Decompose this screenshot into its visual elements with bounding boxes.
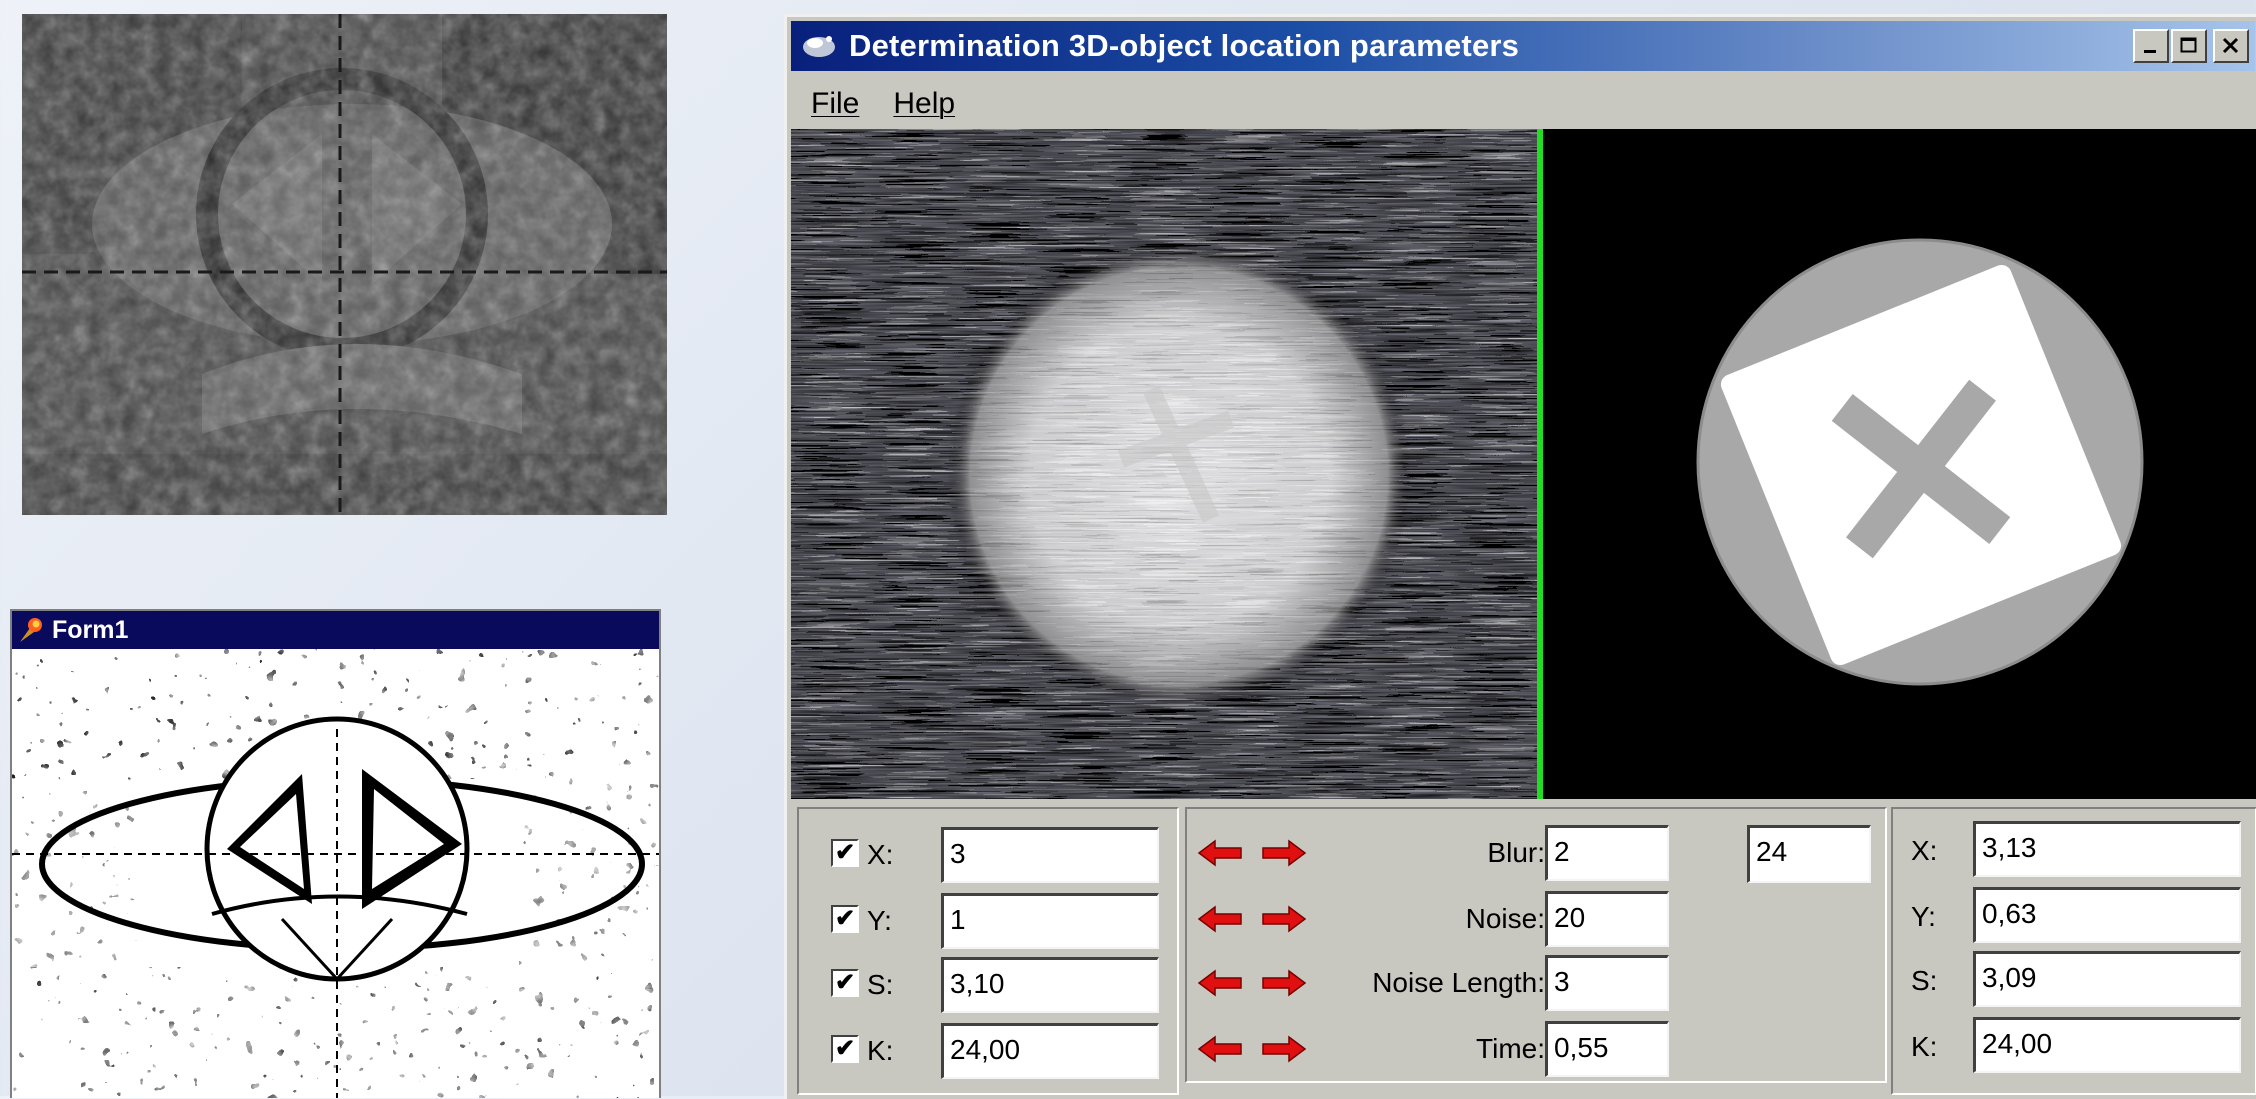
checkbox-x[interactable]: ✔ [831, 839, 859, 867]
binary-edge-image [12, 649, 659, 1098]
noisy-image [791, 129, 1543, 799]
decrease-noise-button[interactable] [1197, 905, 1243, 933]
increase-blur-button[interactable] [1261, 839, 1307, 867]
label-noise-length: Noise Length: [1372, 967, 1545, 998]
window-title: Determination 3D-object location paramet… [849, 28, 1520, 63]
red-left-arrow-icon [1197, 969, 1242, 997]
minimize-button[interactable] [2133, 29, 2169, 63]
checkbox-s[interactable]: ✔ [831, 969, 859, 997]
decrease-blur-button[interactable] [1197, 839, 1243, 867]
input-s[interactable]: 3,10 [941, 957, 1159, 1013]
control-panel: 24 ✔ X: 3 ✔ Y: 1 ✔ S: 3,10 ✔ K: 24,00 Blur: 2 Noise: 20… [791, 801, 2256, 1099]
input-noise-length[interactable]: 3 [1545, 955, 1669, 1011]
checkbox-k[interactable]: ✔ [831, 1035, 859, 1063]
label-time: Time: [1476, 1033, 1545, 1064]
red-left-arrow-icon [1197, 839, 1242, 867]
form1-title: Form1 [52, 615, 129, 644]
result-s[interactable]: 3,09 [1973, 951, 2241, 1007]
main-window: Determination 3D-object location paramet… [784, 14, 2256, 1099]
result-y[interactable]: 0,63 [1973, 887, 2241, 943]
label-s: S: [867, 969, 894, 1000]
satellite-icon [803, 36, 835, 57]
result-x[interactable]: 3,13 [1973, 821, 2241, 877]
form1-title-bar[interactable]: Form1 [12, 611, 659, 649]
label-blur: Blur: [1487, 837, 1545, 868]
noisy-input-view[interactable] [791, 129, 1543, 799]
menu-help[interactable]: Help [893, 87, 955, 121]
minimize-icon [2144, 50, 2156, 53]
label-k: K: [867, 1035, 894, 1066]
maximize-button[interactable] [2171, 29, 2207, 63]
result-label-k: K: [1911, 1031, 1938, 1062]
reference-photo [22, 14, 667, 515]
input-x[interactable]: 3 [941, 827, 1159, 883]
label-y: Y: [867, 905, 892, 936]
reconstructed-object [1543, 129, 2256, 799]
input-blur[interactable]: 2 [1545, 825, 1669, 881]
reconstructed-view[interactable] [1543, 129, 2256, 799]
result-label-x: X: [1911, 835, 1938, 866]
red-right-arrow-icon [1262, 969, 1307, 997]
input-time[interactable]: 0,55 [1545, 1021, 1669, 1077]
input-k[interactable]: 24,00 [941, 1023, 1159, 1079]
close-button[interactable] [2213, 29, 2249, 63]
maximize-icon [2180, 37, 2197, 53]
input-noise[interactable]: 20 [1545, 891, 1669, 947]
increase-noise-length-button[interactable] [1261, 969, 1307, 997]
red-left-arrow-icon [1197, 1035, 1242, 1063]
main-title-bar[interactable]: Determination 3D-object location paramet… [791, 21, 2255, 71]
result-label-y: Y: [1911, 901, 1936, 932]
increase-noise-button[interactable] [1261, 905, 1307, 933]
increase-time-button[interactable] [1261, 1035, 1307, 1063]
result-k[interactable]: 24,00 [1973, 1017, 2241, 1073]
extra-value-field[interactable]: 24 [1747, 825, 1871, 883]
red-right-arrow-icon [1262, 839, 1307, 867]
menu-file[interactable]: File [811, 87, 859, 121]
decrease-time-button[interactable] [1197, 1035, 1243, 1063]
label-x: X: [867, 839, 894, 870]
close-icon [2222, 37, 2239, 54]
checkbox-y[interactable]: ✔ [831, 905, 859, 933]
checkmark-icon: ✔ [834, 839, 856, 866]
delphi-torch-icon [20, 618, 42, 642]
checkmark-icon: ✔ [834, 1035, 856, 1062]
checkmark-icon: ✔ [834, 905, 856, 932]
input-y[interactable]: 1 [941, 893, 1159, 949]
form1-window: Form1 [10, 609, 661, 1098]
checkmark-icon: ✔ [834, 969, 856, 996]
red-right-arrow-icon [1262, 905, 1307, 933]
red-right-arrow-icon [1262, 1035, 1307, 1063]
red-left-arrow-icon [1197, 905, 1242, 933]
result-label-s: S: [1911, 965, 1938, 996]
label-noise: Noise: [1465, 903, 1545, 934]
menu-bar: File Help [793, 77, 971, 131]
decrease-noise-length-button[interactable] [1197, 969, 1243, 997]
